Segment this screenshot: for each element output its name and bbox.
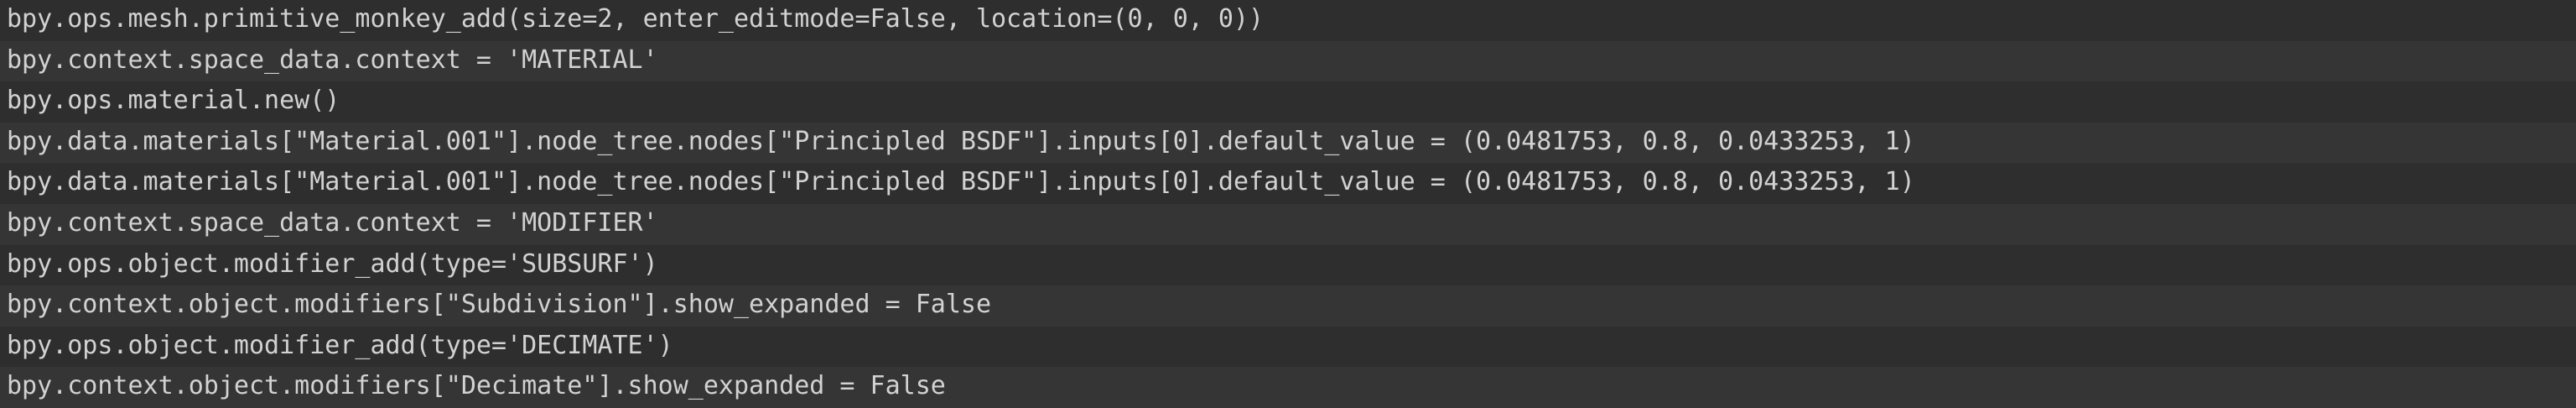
log-line[interactable]: bpy.context.space_data.context = 'MATERI…	[0, 40, 2576, 82]
log-line[interactable]: bpy.context.object.modifiers["Decimate"]…	[0, 367, 2576, 408]
info-log-list: bpy.ops.mesh.primitive_monkey_add(size=2…	[0, 0, 2576, 408]
log-line[interactable]: bpy.ops.object.modifier_add(type='SUBSUR…	[0, 244, 2576, 286]
info-editor-panel: bpy.ops.mesh.primitive_monkey_add(size=2…	[0, 0, 2576, 408]
log-line[interactable]: bpy.context.space_data.context = 'MODIFI…	[0, 203, 2576, 245]
log-line[interactable]: bpy.ops.mesh.primitive_monkey_add(size=2…	[0, 0, 2576, 41]
log-line[interactable]: bpy.ops.material.new()	[0, 81, 2576, 123]
log-line[interactable]: bpy.ops.object.modifier_add(type='DECIMA…	[0, 326, 2576, 368]
log-line[interactable]: bpy.data.materials["Material.001"].node_…	[0, 122, 2576, 164]
log-line[interactable]: bpy.data.materials["Material.001"].node_…	[0, 163, 2576, 204]
log-line[interactable]: bpy.context.object.modifiers["Subdivisio…	[0, 285, 2576, 327]
